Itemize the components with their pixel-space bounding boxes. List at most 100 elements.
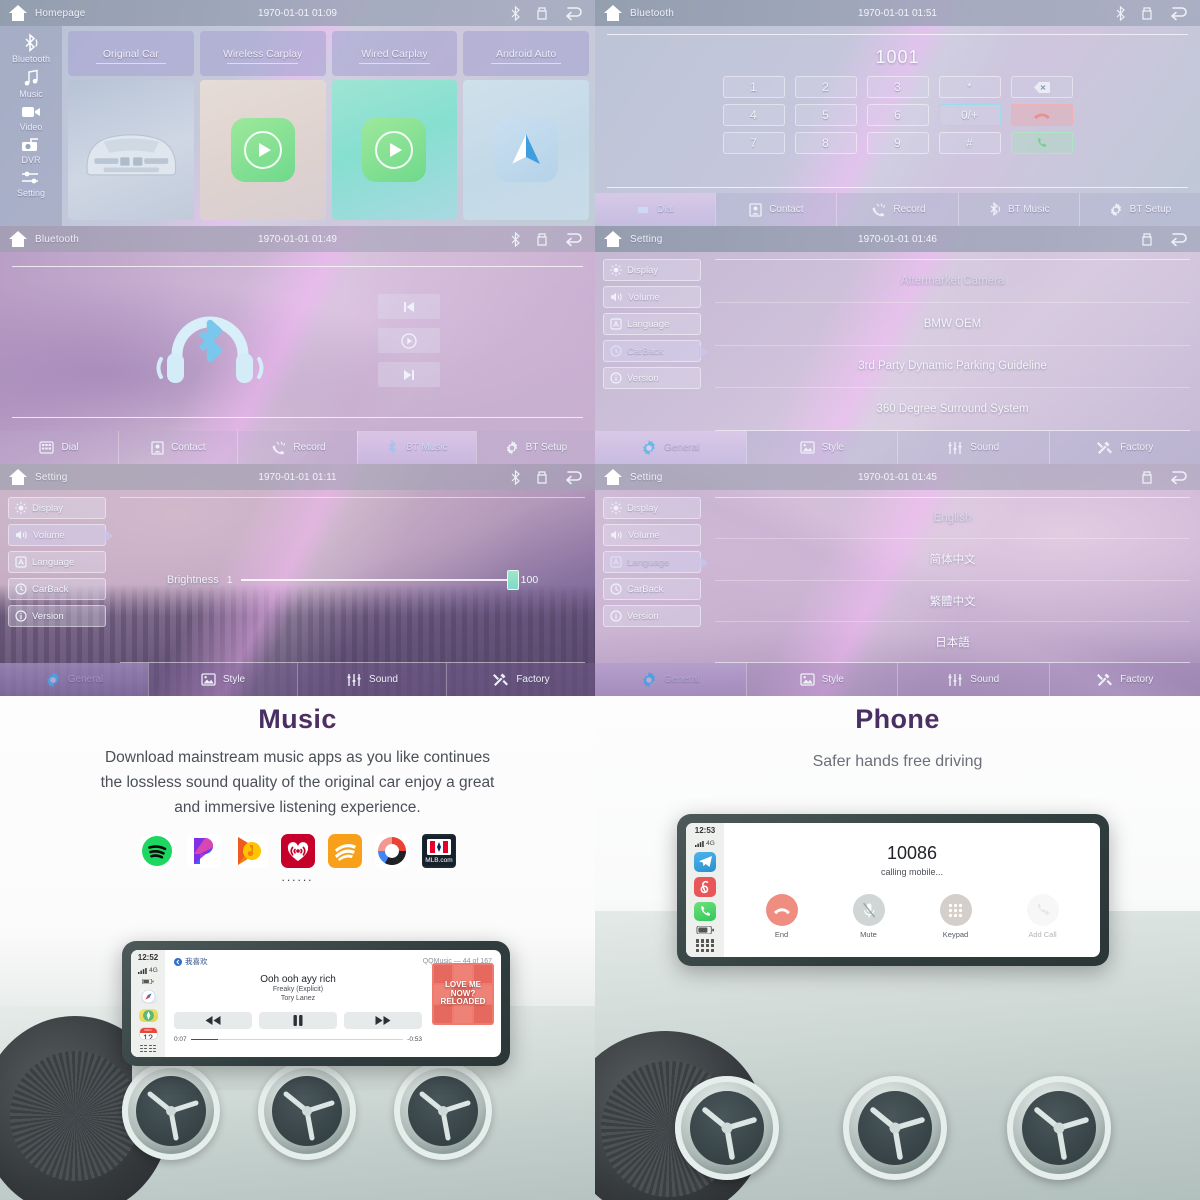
bluetooth-tabbar[interactable]: Dial Contact Record BT Music BT Setup [595, 193, 1200, 226]
key-5[interactable]: 5 [794, 104, 857, 126]
home-icon[interactable] [8, 4, 28, 22]
usb-icon[interactable] [1140, 232, 1154, 247]
sidebar-item-display[interactable]: Display [8, 497, 106, 519]
fast-forward-button[interactable] [344, 1011, 422, 1029]
key-4[interactable]: 4 [722, 104, 785, 126]
back-arrow-icon[interactable] [1168, 231, 1190, 248]
tile-body[interactable] [68, 80, 194, 220]
tab-contact[interactable]: Contact [715, 193, 836, 226]
add-call-action[interactable]: Add Call [1026, 894, 1059, 939]
option-row[interactable]: English [715, 498, 1190, 540]
key-zero-plus[interactable]: 0/+ [938, 104, 1001, 126]
tab-contact[interactable]: Contact [118, 431, 237, 464]
tile-android-auto[interactable]: Android Auto [463, 31, 589, 220]
option-row[interactable]: BMW OEM [715, 303, 1190, 346]
home-icon[interactable] [8, 230, 28, 248]
home-icon[interactable] [603, 4, 623, 22]
telegram-app-icon[interactable] [694, 852, 716, 872]
sidebar-item-version[interactable]: Version [8, 605, 106, 627]
setting-tabbar[interactable]: General Style Sound Factory [0, 663, 595, 696]
safari-app-icon[interactable] [138, 988, 158, 1004]
tile-wired-carplay[interactable]: Wired Carplay [331, 31, 458, 220]
tile-header[interactable]: Wired Carplay [331, 31, 458, 76]
tab-record[interactable]: Record [237, 431, 356, 464]
hang-up-button[interactable] [1010, 104, 1073, 126]
tab-bt-setup[interactable]: BT Setup [475, 431, 595, 464]
call-actions[interactable]: End Mute Keypad Add Call [738, 894, 1086, 939]
phone-app-icon[interactable] [694, 901, 716, 922]
key-3[interactable]: 3 [866, 76, 929, 98]
brightness-slider-handle[interactable] [506, 570, 519, 590]
rewind-button[interactable] [174, 1011, 252, 1029]
sidebar-item-version[interactable]: Version [603, 605, 701, 627]
sidebar-item-video[interactable]: Video [0, 101, 62, 133]
end-call-action[interactable]: End [765, 894, 798, 939]
tab-general[interactable]: General [0, 663, 148, 696]
tab-style[interactable]: Style [148, 663, 297, 696]
home-icon[interactable] [8, 468, 28, 486]
tile-body[interactable] [331, 80, 458, 220]
sidebar-item-music[interactable]: Music [0, 66, 62, 100]
usb-icon[interactable] [1140, 470, 1154, 485]
sidebar-item-volume[interactable]: Volume [603, 286, 701, 308]
sidebar-item-volume[interactable]: Volume [603, 524, 701, 546]
bluetooth-icon[interactable] [1115, 5, 1126, 21]
key-1[interactable]: 1 [722, 76, 785, 98]
brightness-slider[interactable] [240, 570, 519, 590]
bt-music-controls[interactable] [378, 294, 441, 388]
play-button[interactable] [378, 328, 441, 354]
microphone-muted-icon[interactable] [852, 894, 885, 926]
sidebar-item-version[interactable]: Version [603, 367, 701, 389]
previous-track-button[interactable] [378, 294, 441, 320]
sidebar-item-bluetooth[interactable]: Bluetooth [0, 31, 62, 65]
tab-bt-music[interactable]: BT Music [957, 193, 1079, 226]
back-arrow-icon[interactable] [563, 5, 585, 22]
tab-bt-setup[interactable]: BT Setup [1078, 193, 1200, 226]
tab-style[interactable]: Style [745, 663, 898, 696]
tab-style[interactable]: Style [745, 431, 898, 464]
keypad-icon[interactable] [939, 894, 972, 926]
tile-wireless-carplay[interactable]: Wireless Carplay [199, 31, 326, 220]
bluetooth-icon[interactable] [510, 231, 521, 247]
option-row[interactable]: 繁體中文 [715, 581, 1190, 622]
sidebar-item-setting[interactable]: Setting [0, 167, 62, 199]
google-play-music-icon[interactable] [233, 834, 268, 869]
next-track-button[interactable] [378, 362, 441, 388]
sidebar-item-language[interactable]: Language [603, 551, 708, 573]
key-6[interactable]: 6 [866, 104, 929, 126]
option-row[interactable]: 日本語 [715, 622, 1190, 662]
sidebar-item-volume[interactable]: Volume [8, 524, 113, 546]
option-row[interactable]: 360 Degree Surround System [715, 388, 1190, 430]
spotify-icon[interactable] [139, 834, 174, 869]
maps-app-icon[interactable] [138, 1008, 158, 1022]
sidebar-item-language[interactable]: Language [8, 551, 106, 573]
sidebar-item-dvr[interactable]: DVR [0, 134, 62, 166]
tab-record[interactable]: Record [836, 193, 957, 226]
tile-original-car[interactable]: Original Car [68, 31, 194, 220]
sidebar-item-carback[interactable]: CarBack [8, 578, 106, 600]
tile-header[interactable]: Wireless Carplay [199, 31, 326, 76]
sidebar-item-display[interactable]: Display [603, 259, 701, 281]
option-row[interactable]: Aftermarket Camera [715, 260, 1190, 303]
bluetooth-icon[interactable] [510, 469, 521, 485]
app-grid-icon[interactable] [140, 1044, 156, 1052]
usb-icon[interactable] [535, 6, 549, 21]
tab-dial[interactable]: Dial [595, 193, 716, 226]
mlb-com-icon[interactable]: MLB.com [421, 834, 456, 869]
tile-header[interactable]: Android Auto [463, 31, 589, 76]
tab-bt-music[interactable]: BT Music [356, 431, 476, 464]
tab-general[interactable]: General [595, 431, 746, 464]
back-arrow-icon[interactable] [563, 231, 585, 248]
progress-bar[interactable] [190, 1038, 404, 1041]
home-icon[interactable] [603, 230, 623, 248]
sidebar-item-carback[interactable]: CarBack [603, 578, 701, 600]
back-arrow-icon[interactable] [1168, 5, 1190, 22]
playback-progress[interactable]: 0:07 -0:53 [174, 1036, 422, 1043]
home-icon[interactable] [603, 468, 623, 486]
add-call-icon[interactable] [1026, 894, 1059, 926]
sidebar-item-display[interactable]: Display [603, 497, 701, 519]
mute-action[interactable]: Mute [852, 894, 885, 939]
keypad-action[interactable]: Keypad [939, 894, 972, 939]
app-grid-icon[interactable] [696, 939, 714, 953]
google-podcasts-icon[interactable] [374, 834, 409, 869]
